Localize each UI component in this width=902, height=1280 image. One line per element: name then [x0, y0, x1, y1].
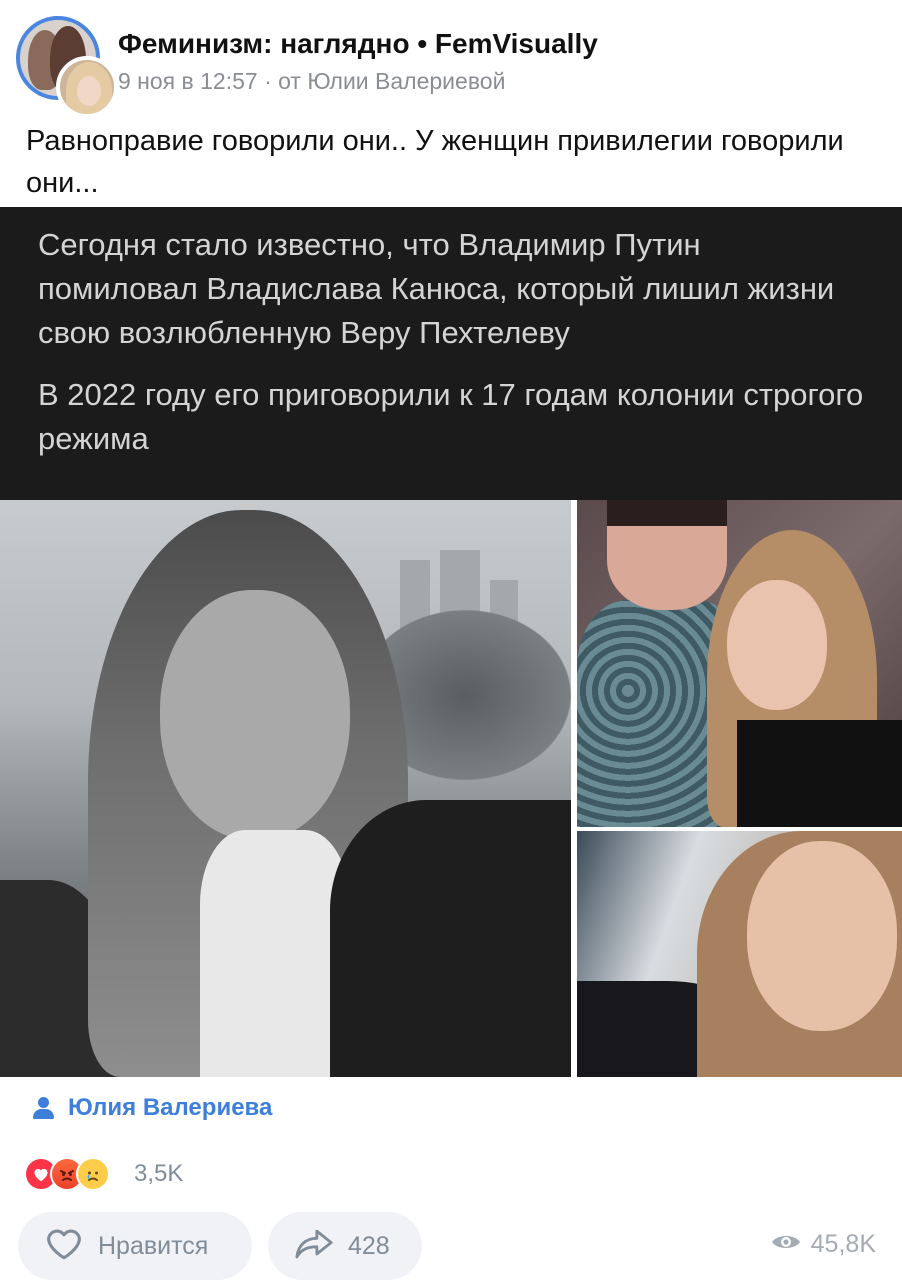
- like-label: Нравится: [98, 1231, 209, 1260]
- photo-woman-selfie: [577, 831, 902, 1077]
- image-text-banner[interactable]: Сегодня стало известно, что Владимир Пут…: [0, 207, 902, 500]
- photo-woman-bw: [0, 500, 571, 1077]
- views-counter: 45,8K: [771, 1230, 876, 1259]
- crying-face-icon: [76, 1157, 110, 1191]
- share-count: 428: [348, 1231, 390, 1260]
- author-avatar-image: [56, 56, 118, 118]
- action-bar: Нравится 428: [18, 1212, 422, 1280]
- group-avatar[interactable]: [16, 16, 118, 118]
- group-name[interactable]: Феминизм: наглядно • FemVisually: [118, 28, 598, 60]
- image-text-paragraph-1: Сегодня стало известно, что Владимир Пут…: [38, 227, 835, 350]
- person-icon: [32, 1096, 56, 1120]
- eye-icon: [771, 1232, 801, 1257]
- reactions-count[interactable]: 3,5K: [134, 1160, 183, 1188]
- author-name[interactable]: Юлия Валериева: [68, 1094, 272, 1122]
- photo-collage[interactable]: [0, 500, 902, 1077]
- views-count: 45,8K: [810, 1230, 876, 1258]
- post-header: Феминизм: наглядно • FemVisually 9 ноя в…: [0, 0, 902, 118]
- photo-couple: [577, 500, 902, 827]
- post-author[interactable]: Юлия Валериева: [32, 1094, 272, 1122]
- post-text: Равноправие говорили они.. У женщин прив…: [26, 125, 844, 199]
- image-text-paragraph-2: В 2022 году его приговорили к 17 годам к…: [38, 377, 864, 456]
- share-arrow-icon: [294, 1228, 334, 1265]
- heart-outline-icon: [44, 1227, 84, 1266]
- share-button[interactable]: 428: [268, 1212, 422, 1280]
- like-button[interactable]: Нравится: [18, 1212, 252, 1280]
- reactions-summary[interactable]: 3,5K: [24, 1157, 183, 1191]
- post-meta[interactable]: 9 ноя в 12:57 · от Юлии Валериевой: [118, 68, 505, 95]
